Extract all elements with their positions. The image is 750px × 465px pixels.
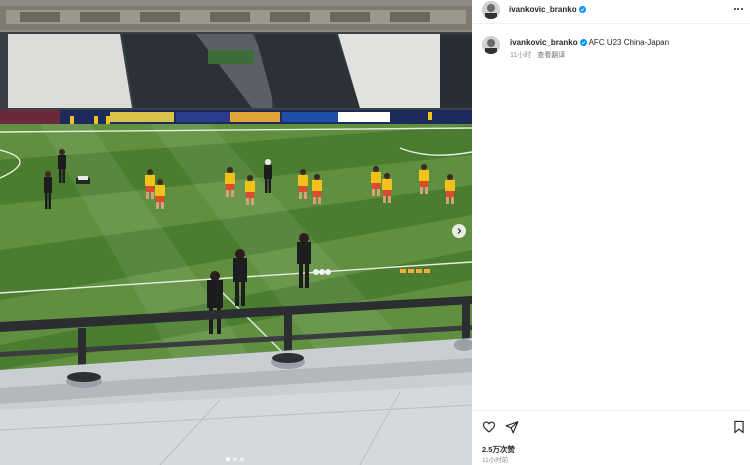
- send-icon: [505, 421, 519, 434]
- save-button[interactable]: [732, 420, 746, 434]
- caption-text: AFC U23 China-Japan: [588, 38, 670, 47]
- stadium-photo: [0, 0, 472, 465]
- share-button[interactable]: [505, 420, 519, 434]
- translate-link[interactable]: 查看翻译: [537, 50, 565, 60]
- like-button[interactable]: [482, 420, 496, 434]
- post-panel: ivankovic_branko ivankovic_branko AFC U2…: [472, 0, 750, 465]
- caption-line: ivankovic_branko AFC U23 China-Japan: [510, 38, 669, 47]
- heart-icon: [482, 421, 496, 433]
- carousel-dot: [233, 457, 237, 461]
- username: ivankovic_branko: [509, 5, 577, 14]
- username-link[interactable]: ivankovic_branko: [509, 5, 586, 14]
- bookmark-icon: [734, 420, 744, 434]
- avatar[interactable]: [482, 1, 500, 19]
- chevron-right-icon: [457, 228, 462, 234]
- carousel-next-button[interactable]: [452, 224, 466, 238]
- caption-username[interactable]: ivankovic_branko: [510, 38, 578, 47]
- caption-time: 11小时: [510, 52, 532, 59]
- post-media[interactable]: [0, 0, 472, 465]
- verified-badge-icon: [578, 6, 586, 13]
- more-options-icon: [733, 8, 736, 10]
- post-actions: 2.5万次赞 11小时前: [472, 410, 750, 465]
- post-header: ivankovic_branko: [472, 0, 750, 24]
- caption-meta: 11小时 查看翻译: [510, 50, 565, 60]
- carousel-dots: [226, 457, 244, 461]
- post-timestamp: 11小时前: [482, 457, 509, 464]
- caption-avatar[interactable]: [482, 36, 500, 54]
- more-options-button[interactable]: [731, 3, 745, 15]
- carousel-dot: [226, 457, 230, 461]
- carousel-dot: [240, 457, 244, 461]
- verified-badge-icon: [579, 39, 587, 46]
